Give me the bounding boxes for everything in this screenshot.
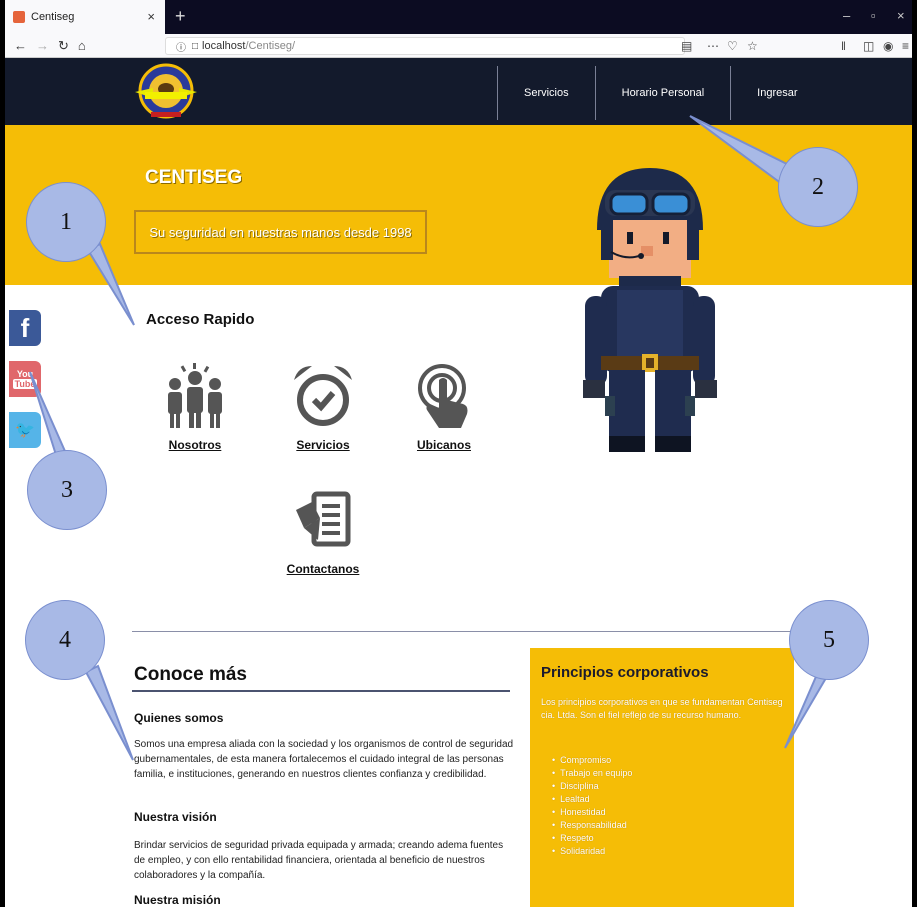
- url-bar[interactable]: ⓘ □ localhost/Centiseg/: [165, 37, 685, 55]
- sidebar-icon[interactable]: ◫: [863, 39, 874, 53]
- library-icon[interactable]: ‖: [841, 39, 846, 53]
- home-icon[interactable]: ⌂: [78, 38, 86, 53]
- principios-list: Compromiso Trabajo en equipo Disciplina …: [552, 754, 632, 858]
- menu-icon[interactable]: ≡: [902, 39, 909, 53]
- hero-banner: CENTISEG Su seguridad en nuestras manos …: [5, 125, 912, 285]
- quick-access-ubicanos[interactable]: Ubicanos: [389, 362, 499, 452]
- mision-heading: Nuestra misión: [134, 893, 221, 907]
- quick-access-label[interactable]: Servicios: [268, 438, 378, 452]
- facebook-icon[interactable]: f: [9, 310, 41, 346]
- security-guard-illustration: [583, 168, 717, 452]
- list-item: Compromiso: [552, 754, 632, 767]
- browser-navbar: ← → ↻ ⌂ ⓘ □ localhost/Centiseg/ ▤ ⋯ ♡ ☆ …: [5, 34, 912, 58]
- hero-tagline: Su seguridad en nuestras manos desde 199…: [134, 210, 427, 254]
- maximize-button[interactable]: ▫: [871, 8, 876, 23]
- nav-servicios[interactable]: Servicios: [497, 66, 595, 120]
- quick-access-nosotros[interactable]: Nosotros: [140, 362, 250, 452]
- minimize-button[interactable]: –: [843, 8, 850, 23]
- tab-close-icon[interactable]: ×: [147, 9, 155, 24]
- list-item: Trabajo en equipo: [552, 767, 632, 780]
- youtube-icon[interactable]: You Tube: [9, 361, 41, 397]
- favicon-icon: [13, 11, 25, 23]
- conoce-mas-title: Conoce más: [134, 664, 247, 685]
- extension-icon[interactable]: ◉: [883, 39, 893, 53]
- callout-4: 4: [25, 600, 105, 680]
- list-item: Lealtad: [552, 793, 632, 806]
- section-divider: [132, 631, 812, 632]
- document-edit-icon: [296, 491, 351, 547]
- page-icon: □: [192, 40, 199, 52]
- window-close-button[interactable]: ×: [897, 8, 905, 23]
- quick-access-contactanos[interactable]: Contactanos: [268, 488, 378, 576]
- list-item: Honestidad: [552, 806, 632, 819]
- url-path: /Centiseg/: [245, 40, 295, 52]
- quick-access-label[interactable]: Nosotros: [140, 438, 250, 452]
- quick-access-label[interactable]: Contactanos: [268, 562, 378, 576]
- url-host: localhost: [202, 40, 246, 52]
- quick-access-servicios[interactable]: Servicios: [268, 362, 378, 452]
- principios-text: Los principios corporativos en que se fu…: [541, 697, 783, 720]
- tab-title: Centiseg: [31, 11, 75, 23]
- back-icon[interactable]: ←: [14, 38, 27, 53]
- principios-title: Principios corporativos: [541, 664, 709, 681]
- forward-icon[interactable]: →: [36, 38, 49, 53]
- bookmark-star-icon[interactable]: ☆: [747, 39, 758, 53]
- quienes-somos-heading: Quienes somos: [134, 711, 224, 725]
- callout-2: 2: [778, 147, 858, 227]
- vision-heading: Nuestra visión: [134, 810, 217, 824]
- reader-view-icon[interactable]: ▤: [681, 39, 692, 53]
- youtube-icon-label-bottom: Tube: [12, 379, 38, 389]
- browser-tab[interactable]: Centiseg ×: [5, 0, 165, 34]
- list-item: Solidaridad: [552, 845, 632, 858]
- page-actions-icon[interactable]: ⋯: [707, 39, 719, 53]
- pocket-icon[interactable]: ♡: [727, 39, 738, 53]
- new-tab-button[interactable]: +: [175, 6, 186, 27]
- callout-1: 1: [26, 182, 106, 262]
- browser-tabbar: Centiseg × + – ▫ ×: [5, 0, 912, 34]
- callout-5: 5: [789, 600, 869, 680]
- browser-window: Centiseg × + – ▫ × ← → ↻ ⌂ ⓘ □ localhost…: [5, 0, 912, 907]
- principios-panel: Principios corporativos Los principios c…: [530, 648, 794, 907]
- quienes-somos-text: Somos una empresa aliada con la sociedad…: [134, 739, 514, 780]
- hero-title: CENTISEG: [145, 167, 243, 188]
- callout-3: 3: [27, 450, 107, 530]
- twitter-icon[interactable]: 🐦: [9, 412, 41, 448]
- site-header: Servicios Horario Personal Ingresar: [5, 58, 912, 125]
- list-item: Responsabilidad: [552, 819, 632, 832]
- quick-access-label[interactable]: Ubicanos: [389, 438, 499, 452]
- nav-horario-personal[interactable]: Horario Personal: [594, 66, 731, 120]
- conoce-mas-underline: [132, 690, 510, 692]
- main-nav: Servicios Horario Personal Ingresar: [497, 66, 824, 120]
- touch-location-icon: [418, 364, 468, 428]
- team-icon: [168, 363, 222, 428]
- list-item: Respeto: [552, 832, 632, 845]
- site-info-icon[interactable]: ⓘ: [176, 39, 186, 54]
- alarm-clock-icon: [294, 366, 352, 426]
- vision-text: Brindar servicios de seguridad privada e…: [134, 840, 504, 881]
- youtube-icon-label-top: You: [16, 369, 34, 379]
- quick-access-title: Acceso Rapido: [146, 311, 255, 328]
- list-item: Disciplina: [552, 780, 632, 793]
- reload-icon[interactable]: ↻: [58, 38, 69, 54]
- centiseg-logo[interactable]: [133, 62, 199, 120]
- nav-ingresar[interactable]: Ingresar: [730, 66, 823, 120]
